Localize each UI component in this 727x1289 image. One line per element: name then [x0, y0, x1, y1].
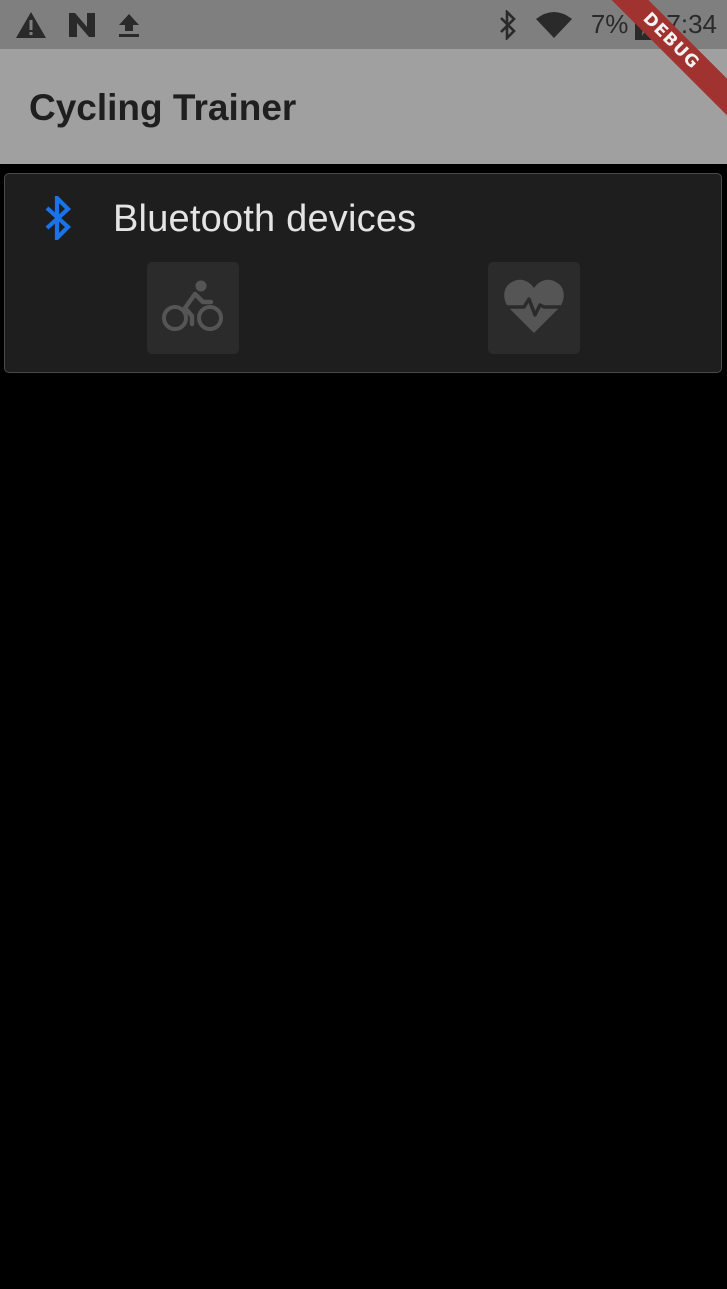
upload-icon — [117, 12, 141, 38]
bluetooth-devices-card: Bluetooth devices — [4, 173, 722, 373]
battery-percent: 7% — [590, 9, 629, 39]
heart-rate-device-button[interactable] — [488, 262, 580, 354]
wifi-icon — [535, 11, 573, 39]
heart-rate-icon — [502, 277, 566, 340]
bike-device-button[interactable] — [147, 262, 239, 354]
status-right-icons: 7% 7:34 — [497, 0, 727, 49]
bluetooth-icon — [497, 9, 519, 40]
app-bar: Cycling Trainer — [0, 49, 727, 164]
n-icon — [67, 11, 97, 39]
page-title: Cycling Trainer — [29, 87, 297, 128]
screen: 7% 7:34 DEBUG Cycling Trainer Bluetooth … — [0, 0, 727, 1289]
bicycle-icon — [161, 278, 225, 339]
warning-icon — [15, 11, 47, 39]
card-title: Bluetooth devices — [113, 198, 417, 240]
bluetooth-icon — [43, 192, 73, 245]
status-left-icons — [15, 0, 141, 49]
status-bar: 7% 7:34 — [0, 0, 727, 49]
